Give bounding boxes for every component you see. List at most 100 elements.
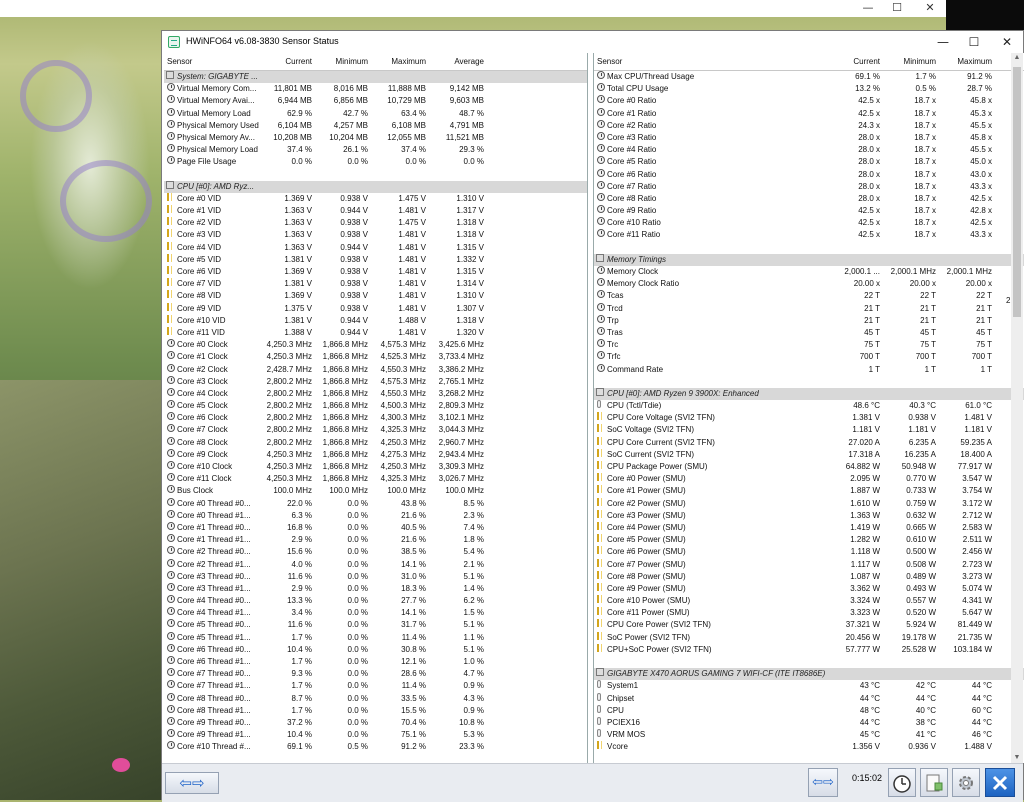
sensor-row[interactable]: Core #11 Ratio 42.5 x 18.7 x 43.3 x	[594, 229, 1024, 241]
sensor-row[interactable]: CPU+SoC Power (SVI2 TFN) 57.777 W 25.528 W…	[594, 643, 1024, 656]
sensor-row[interactable]: Core #1 VID 1.363 V 0.944 V 1.481 V 1.317 V	[164, 205, 587, 217]
column-header-current[interactable]: Current	[832, 57, 880, 66]
sensor-row[interactable]: CPU 48 °C 40 °C 60 °C	[594, 704, 1024, 717]
sensor-row[interactable]: Core #11 Clock 4,250.3 MHz 1,866.8 MHz 4,32…	[164, 473, 587, 485]
sensor-row[interactable]: Core #3 Clock 2,800.2 MHz 1,866.8 MHz 4,575…	[164, 375, 587, 388]
sensor-row[interactable]: Core #2 Ratio 24.3 x 18.7 x 45.5 x	[594, 119, 1024, 132]
clock-reset-button[interactable]	[888, 768, 916, 797]
sensor-row[interactable]: Page File Usage 0.0 % 0.0 % 0.0 % 0.0 %	[164, 156, 587, 168]
sensor-row[interactable]: Core #1 Thread #0... 16.8 % 0.0 % 40.5 % 7.4…	[164, 521, 587, 534]
sensor-row[interactable]: Chipset 44 °C 44 °C 44 °C	[594, 692, 1024, 705]
sensor-row[interactable]: SoC Voltage (SVI2 TFN) 1.181 V 1.181 V 1.18…	[594, 424, 1024, 436]
column-header-sensor[interactable]: Sensor	[597, 57, 622, 66]
sensor-row[interactable]: Core #5 Thread #1... 1.7 % 0.0 % 11.4 % 1.1 …	[164, 631, 587, 644]
column-header-current[interactable]: Current	[256, 57, 312, 66]
sensor-row[interactable]: Core #0 Ratio 42.5 x 18.7 x 45.8 x	[594, 95, 1024, 107]
column-header-maximum[interactable]: Maximum	[940, 57, 992, 66]
sensor-row[interactable]: Core #8 Power (SMU) 1.087 W 0.489 W 3.273 W	[594, 570, 1024, 583]
window-maximize-button[interactable]: ☐	[959, 33, 989, 51]
sensor-row[interactable]: Physical Memory Used 6,104 MB 4,257 MB 6,10…	[164, 119, 587, 132]
sensor-pane-right[interactable]: Sensor Current Minimum Maximum Max CPU/T…	[593, 53, 1024, 763]
sensor-row[interactable]: Core #9 Power (SMU) 3.362 W 0.493 W 5.074 W	[594, 582, 1024, 595]
column-header-maximum[interactable]: Maximum	[370, 57, 426, 66]
sensor-row[interactable]: Core #10 Clock 4,250.3 MHz 1,866.8 MHz 4,25…	[164, 461, 587, 473]
sensor-row[interactable]: Physical Memory Load 37.4 % 26.1 % 37.4 % 29…	[164, 144, 587, 156]
scroll-down-arrow-icon[interactable]: ▼	[1011, 753, 1023, 763]
sensor-row[interactable]: Core #5 Clock 2,800.2 MHz 1,866.8 MHz 4,500…	[164, 400, 587, 412]
sensor-row[interactable]: Core #4 Power (SMU) 1.419 W 0.665 W 2.583 W	[594, 521, 1024, 534]
sensor-row[interactable]: Core #4 Thread #1... 3.4 % 0.0 % 14.1 % 1.5 …	[164, 607, 587, 619]
sensor-row[interactable]: Core #0 VID 1.369 V 0.938 V 1.475 V 1.310 V	[164, 192, 587, 205]
sensor-row[interactable]: Memory Clock Ratio 20.00 x 20.00 x 20.00 x	[594, 278, 1024, 290]
sensor-row[interactable]: Core #3 VID 1.363 V 0.938 V 1.481 V 1.318 V	[164, 229, 587, 241]
column-header-row[interactable]: Sensor Current Minimum Maximum Average	[164, 53, 587, 71]
background-minimize-button[interactable]: —	[853, 0, 883, 16]
sensor-group-header[interactable]: GIGABYTE X470 AORUS GAMING 7 WIFI-CF (IT…	[594, 668, 1024, 681]
sensor-row[interactable]: Core #9 Ratio 42.5 x 18.7 x 42.8 x	[594, 205, 1024, 217]
navigate-arrows-left-button[interactable]: ⇦⇨	[165, 772, 219, 794]
sensor-row[interactable]: Tras 45 T 45 T 45 T	[594, 326, 1024, 339]
sensor-row[interactable]: Core #5 Thread #0... 11.6 % 0.0 % 31.7 % 5.1…	[164, 619, 587, 631]
column-header-sensor[interactable]: Sensor	[167, 57, 192, 66]
sensor-row[interactable]: CPU Core Current (SVI2 TFN) 27.020 A 6.235…	[594, 436, 1024, 449]
column-header-average[interactable]: Average	[428, 57, 484, 66]
sensor-row[interactable]: Core #9 Thread #0... 37.2 % 0.0 % 70.4 % 10.…	[164, 716, 587, 729]
sensor-row[interactable]: Core #4 Thread #0... 13.3 % 0.0 % 27.7 % 6.2…	[164, 595, 587, 607]
window-titlebar[interactable]: HWiNFO64 v6.08-3830 Sensor Status — ☐ ✕	[162, 31, 1023, 53]
scrollbar-thumb[interactable]	[1013, 67, 1021, 317]
sensor-row[interactable]: Core #2 Thread #1... 4.0 % 0.0 % 14.1 % 2.1 …	[164, 558, 587, 571]
window-minimize-button[interactable]: —	[928, 33, 958, 51]
sensor-row[interactable]: Core #6 Power (SMU) 1.118 W 0.500 W 2.456 W	[594, 546, 1024, 558]
sensor-row[interactable]: Trcd 21 T 21 T 21 T	[594, 302, 1024, 315]
sensor-row[interactable]: Core #9 Clock 4,250.3 MHz 1,866.8 MHz 4,275…	[164, 448, 587, 461]
sensor-row[interactable]: Vcore 1.356 V 0.936 V 1.488 V	[594, 741, 1024, 753]
sensor-row[interactable]: Core #8 Ratio 28.0 x 18.7 x 42.5 x	[594, 192, 1024, 205]
sensor-row[interactable]: SoC Power (SVI2 TFN) 20.456 W 19.178 W 21.7…	[594, 631, 1024, 644]
sensor-row[interactable]: Physical Memory Av... 10,208 MB 10,204 MB 1…	[164, 131, 587, 144]
sensor-row[interactable]: Core #6 Thread #0... 10.4 % 0.0 % 30.8 % 5.1…	[164, 643, 587, 656]
sensor-row[interactable]: Core #4 Clock 2,800.2 MHz 1,866.8 MHz 4,550…	[164, 387, 587, 400]
sensor-row[interactable]: Trfc 700 T 700 T 700 T	[594, 351, 1024, 363]
sensor-row[interactable]: Core #9 VID 1.375 V 0.938 V 1.481 V 1.307 V	[164, 302, 587, 315]
sensor-row[interactable]: Core #0 Thread #1... 6.3 % 0.0 % 21.6 % 2.3 …	[164, 509, 587, 522]
sensor-row[interactable]: Core #7 VID 1.381 V 0.938 V 1.481 V 1.314 V	[164, 278, 587, 290]
sensor-row[interactable]: Virtual Memory Com... 11,801 MB 8,016 MB 11…	[164, 83, 587, 95]
sensor-row[interactable]: CPU Package Power (SMU) 64.882 W 50.948 W 7…	[594, 461, 1024, 473]
sensor-row[interactable]: Bus Clock 100.0 MHz 100.0 MHz 100.0 MHz 100.…	[164, 485, 587, 497]
sensor-row[interactable]: Core #8 Thread #1... 1.7 % 0.0 % 15.5 % 0.9 …	[164, 704, 587, 717]
sensor-row[interactable]: Tcas 22 T 22 T 22 T	[594, 290, 1024, 302]
sensor-row[interactable]: Trp 21 T 21 T 21 T	[594, 314, 1024, 327]
column-header-minimum[interactable]: Minimum	[884, 57, 936, 66]
sensor-row[interactable]: Core #9 Thread #1... 10.4 % 0.0 % 75.1 % 5.3…	[164, 729, 587, 741]
sensor-row[interactable]: Core #7 Clock 2,800.2 MHz 1,866.8 MHz 4,325…	[164, 424, 587, 436]
sensor-row[interactable]: Core #7 Thread #1... 1.7 % 0.0 % 11.4 % 0.9 …	[164, 680, 587, 692]
sensor-row[interactable]: Core #5 Ratio 28.0 x 18.7 x 45.0 x	[594, 156, 1024, 168]
column-header-minimum[interactable]: Minimum	[314, 57, 368, 66]
sensor-row[interactable]: Core #10 VID 1.381 V 0.944 V 1.488 V 1.318 V	[164, 314, 587, 327]
sensor-group-header[interactable]: Memory Timings	[594, 253, 1024, 266]
sensor-row[interactable]: Core #3 Power (SMU) 1.363 W 0.632 W 2.712 W	[594, 509, 1024, 522]
sensor-row[interactable]: PCIEX16 44 °C 38 °C 44 °C	[594, 716, 1024, 729]
sensor-row[interactable]: Core #6 VID 1.369 V 0.938 V 1.481 V 1.315 V	[164, 266, 587, 278]
sensor-row[interactable]: Total CPU Usage 13.2 % 0.5 % 28.7 %	[594, 83, 1024, 95]
sensor-row[interactable]: Core #6 Thread #1... 1.7 % 0.0 % 12.1 % 1.0 …	[164, 656, 587, 668]
sensor-row[interactable]: Core #1 Power (SMU) 1.887 W 0.733 W 3.754 W	[594, 485, 1024, 497]
network-button[interactable]: ⇦⇨	[808, 768, 838, 797]
sensor-row[interactable]: Core #1 Ratio 42.5 x 18.7 x 45.3 x	[594, 107, 1024, 120]
sensor-row[interactable]: Core #11 VID 1.388 V 0.944 V 1.481 V 1.320 V	[164, 326, 587, 339]
sensor-row[interactable]: Core #5 VID 1.381 V 0.938 V 1.481 V 1.332 V	[164, 253, 587, 266]
sensor-row[interactable]: Core #10 Ratio 42.5 x 18.7 x 42.5 x	[594, 217, 1024, 229]
sensor-row[interactable]: Core #1 Thread #1... 2.9 % 0.0 % 21.6 % 1.8 …	[164, 534, 587, 546]
right-pane-scrollbar[interactable]: ▲ ▼	[1011, 53, 1023, 763]
close-sensors-button[interactable]	[985, 768, 1015, 797]
sensor-row[interactable]: Command Rate 1 T 1 T 1 T	[594, 363, 1024, 376]
sensor-row[interactable]: Max CPU/Thread Usage 69.1 % 1.7 % 91.2 %	[594, 71, 1024, 83]
sensor-row[interactable]: Core #4 Ratio 28.0 x 18.7 x 45.5 x	[594, 144, 1024, 156]
sensor-row[interactable]: Virtual Memory Avai... 6,944 MB 6,856 MB 10…	[164, 95, 587, 107]
sensor-row[interactable]: Core #0 Thread #0... 22.0 % 0.0 % 43.8 % 8.5…	[164, 497, 587, 510]
scroll-up-arrow-icon[interactable]: ▲	[1011, 53, 1023, 63]
sensor-row[interactable]: Core #0 Clock 4,250.3 MHz 1,866.8 MHz 4,575…	[164, 339, 587, 351]
column-header-row[interactable]: Sensor Current Minimum Maximum	[594, 53, 1024, 71]
sensor-row[interactable]: Core #10 Thread #... 69.1 % 0.5 % 91.2 % 23.…	[164, 741, 587, 753]
sensor-row[interactable]: Core #10 Power (SMU) 3.324 W 0.557 W 4.341 …	[594, 595, 1024, 607]
